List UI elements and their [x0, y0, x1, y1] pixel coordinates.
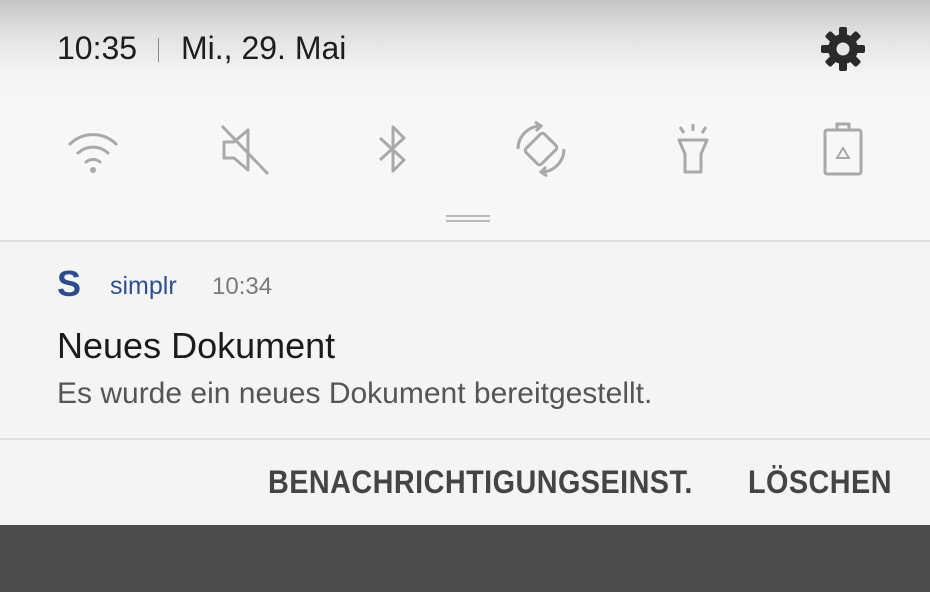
auto-rotate-icon[interactable]: [510, 118, 572, 180]
sound-muted-icon[interactable]: [214, 118, 276, 180]
clock: 10:35: [57, 30, 138, 66]
app-icon: S: [57, 263, 82, 304]
panel-drag-handle[interactable]: [446, 215, 490, 222]
bluetooth-icon[interactable]: [362, 118, 424, 180]
notification-body: Es wurde ein neues Dokument bereitgestel…: [57, 377, 653, 410]
clear-button[interactable]: LÖSCHEN: [748, 464, 892, 501]
wifi-icon[interactable]: [62, 118, 124, 180]
power-saving-battery-icon[interactable]: [812, 118, 874, 180]
dimmed-background: [0, 525, 930, 592]
flashlight-icon[interactable]: [662, 118, 724, 180]
notification-title: Neues Dokument: [57, 325, 336, 366]
date: Mi., 29. Mai: [181, 30, 347, 66]
quick-settings-panel: [0, 100, 930, 240]
notification-settings-button[interactable]: BENACHRICHTIGUNGSEINST.: [268, 464, 693, 501]
notification-time: 10:34: [212, 273, 273, 300]
status-bar: 10:35 Mi., 29. Mai: [0, 0, 930, 100]
notification-actions: BENACHRICHTIGUNGSEINST. LÖSCHEN: [0, 440, 930, 525]
app-name: simplr: [110, 272, 177, 300]
gear-icon[interactable]: [818, 24, 868, 74]
notification-card[interactable]: S simplr 10:34 Neues Dokument Es wurde e…: [0, 240, 930, 440]
divider: [158, 38, 159, 62]
